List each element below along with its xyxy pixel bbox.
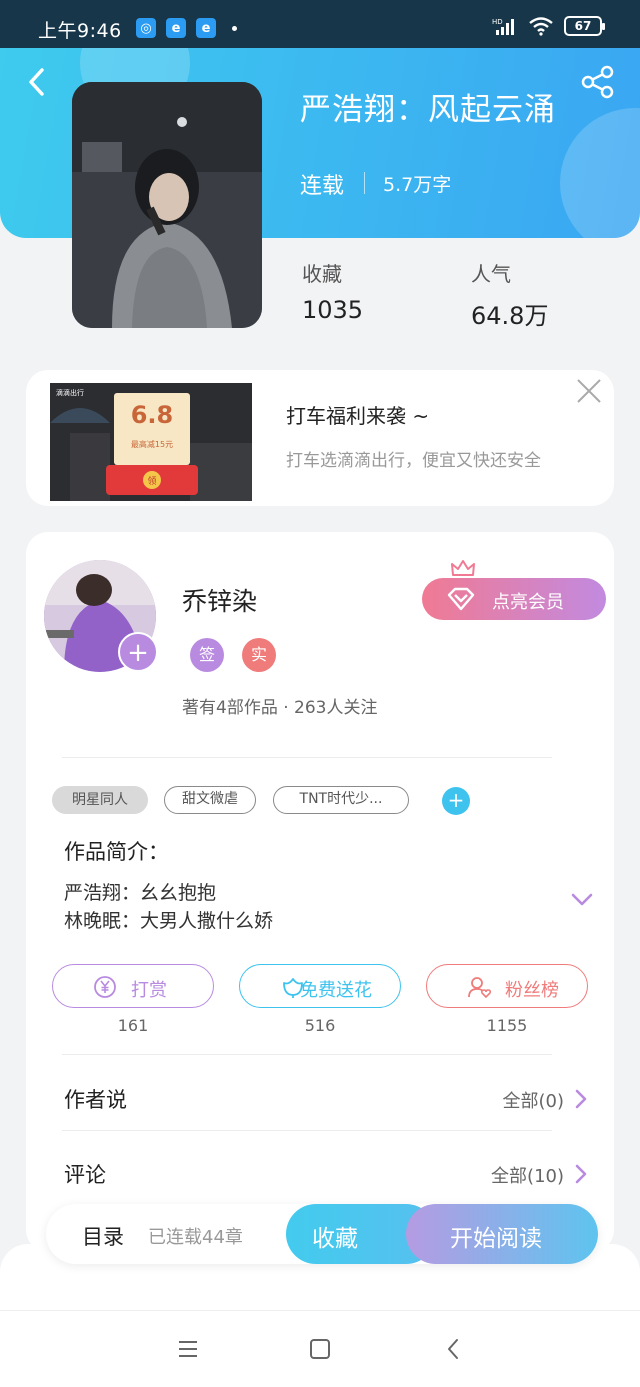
system-nav-bar	[0, 1310, 640, 1387]
vip-label: 点亮会员	[492, 592, 564, 613]
divider	[364, 172, 365, 194]
fans-count: 1155	[486, 1016, 528, 1035]
intro-line: 林晚眠：大男人撒什么娇	[64, 910, 274, 932]
ad-claim: 领	[147, 475, 156, 487]
chapter-count: 已连载44章	[148, 1227, 243, 1248]
comments-title: 评论	[64, 1163, 106, 1187]
tip-count: 161	[117, 1016, 149, 1035]
activate-vip-button[interactable]: 点亮会员	[422, 578, 606, 620]
add-favorite-label: 收藏	[312, 1226, 358, 1252]
intro-line: 严浩翔：幺幺抱抱	[64, 882, 217, 904]
popularity-count: 64.8万	[471, 302, 549, 330]
ad-brand: 滴滴出行	[56, 388, 84, 397]
popularity-label: 人气	[471, 262, 511, 286]
fans-icon	[468, 977, 492, 999]
tag-item[interactable]: TNT时代少...	[273, 786, 409, 814]
book-details-card: + 乔锌染 签 实 著有4部作品 · 263人关注 点亮会员 明星同人 甜文微虐…	[26, 532, 614, 1252]
book-title: 严浩翔：风起云涌	[300, 92, 556, 128]
chevron-down-icon	[571, 893, 593, 906]
chevron-right-icon	[575, 1164, 587, 1184]
divider	[62, 1054, 552, 1055]
status-time: 上午9:46	[38, 20, 122, 42]
back-button[interactable]	[22, 64, 52, 100]
crown-icon	[451, 560, 475, 576]
intro-title: 作品简介：	[64, 840, 169, 864]
author-name[interactable]: 乔锌染	[182, 582, 257, 618]
status-bar: 上午9:46 ◎ e e HD 67	[0, 0, 640, 48]
tag-item[interactable]: 明星同人	[52, 786, 148, 814]
bottom-action-bar: 目录 已连载44章 收藏 开始阅读	[46, 1204, 598, 1264]
expand-intro-button[interactable]	[570, 892, 594, 908]
status-app-icons: ◎ e e	[136, 18, 237, 38]
ad-close-button[interactable]	[574, 376, 604, 406]
share-icon	[581, 65, 614, 99]
verified-badge: 实	[242, 638, 276, 672]
toc-button[interactable]: 目录	[82, 1221, 124, 1251]
favorites-label: 收藏	[302, 262, 342, 286]
favorites-count: 1035	[302, 296, 364, 324]
cover-image	[72, 82, 262, 328]
diamond-icon	[447, 587, 475, 611]
chevron-right-icon	[575, 1089, 587, 1109]
app-icon: ◎	[136, 18, 156, 38]
follow-author-button[interactable]: +	[118, 632, 158, 672]
ad-banner[interactable]: 6.8 最高减15元 领 滴滴出行 打车福利来袭 ~ 打车选滴滴出行，便宜又快还…	[26, 370, 614, 506]
start-reading-button[interactable]: 开始阅读	[406, 1204, 598, 1264]
book-cover[interactable]	[72, 82, 262, 328]
chevron-left-icon	[29, 68, 44, 96]
divider	[62, 757, 552, 758]
comments-all: 全部(10)	[491, 1166, 564, 1187]
divider	[62, 1130, 552, 1131]
more-dot-icon	[232, 26, 237, 31]
book-status: 连载	[300, 174, 345, 199]
ie-icon: e	[166, 18, 186, 38]
start-reading-label: 开始阅读	[450, 1226, 542, 1252]
ad-title: 打车福利来袭 ~	[286, 404, 430, 428]
wifi-icon	[529, 17, 553, 36]
back-nav-icon[interactable]	[442, 1337, 466, 1361]
share-button[interactable]	[580, 64, 616, 100]
tip-button[interactable]: 打赏	[52, 964, 214, 1008]
tip-label: 打赏	[131, 980, 167, 1001]
svg-text:HD: HD	[492, 18, 503, 26]
author-says-all: 全部(0)	[502, 1091, 565, 1112]
author-says-title: 作者说	[64, 1088, 127, 1112]
fans-ranking-button[interactable]: 粉丝榜	[426, 964, 588, 1008]
ad-price-note: 最高减15元	[131, 439, 173, 449]
ad-image: 6.8 最高减15元 领 滴滴出行	[50, 383, 252, 501]
tag-item[interactable]: 甜文微虐	[164, 786, 256, 814]
yen-icon	[94, 976, 116, 998]
ad-subtitle: 打车选滴滴出行，便宜又快还安全	[286, 451, 541, 471]
signal-icon: HD	[492, 18, 514, 35]
menu-icon[interactable]	[176, 1337, 200, 1361]
author-meta: 著有4部作品 · 263人关注	[182, 698, 378, 718]
add-tag-button[interactable]: +	[442, 787, 470, 815]
signed-badge: 签	[190, 638, 224, 672]
send-flower-button[interactable]: 免费送花	[239, 964, 401, 1008]
send-flower-label: 免费送花	[300, 980, 372, 1001]
word-count: 5.7万字	[383, 174, 452, 196]
ie-icon: e	[196, 18, 216, 38]
close-icon	[577, 379, 601, 403]
flower-count: 516	[304, 1016, 336, 1035]
battery-icon: 67	[564, 16, 605, 36]
home-icon[interactable]	[308, 1337, 332, 1361]
ad-price: 6.8	[131, 401, 174, 429]
fans-ranking-label: 粉丝榜	[505, 980, 559, 1001]
